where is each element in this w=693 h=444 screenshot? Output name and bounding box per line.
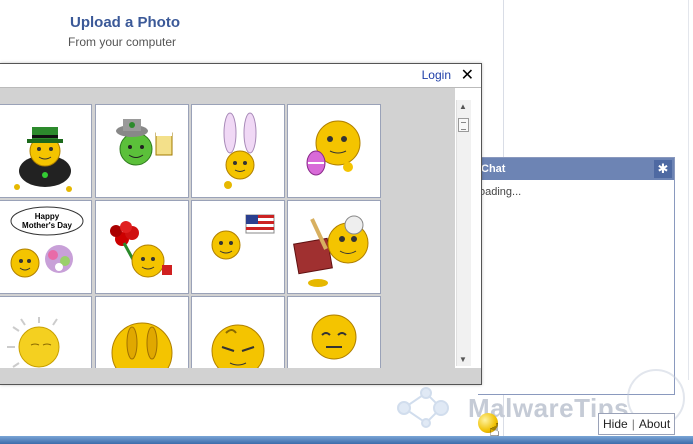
emoticon-easter-egg[interactable] [287,104,381,198]
popup-scrollbar[interactable]: ▲ ▼ [456,100,471,366]
link-separator: | [631,417,635,431]
emoticon-leprechaun-beer[interactable] [95,104,189,198]
emoticon-content[interactable] [191,296,285,368]
emoticon-flower-bouquet[interactable] [95,200,189,294]
bottom-links: Hide | About [598,413,676,435]
banner-line-2: Mother's Day [22,221,72,230]
chat-panel: Chat ✱ oading... [478,157,675,395]
about-link[interactable]: About [637,417,672,431]
scroll-down-arrow-icon[interactable]: ▼ [459,355,467,364]
scroll-up-arrow-icon[interactable]: ▲ [459,102,467,111]
emoticon-easter-bunny[interactable] [191,104,285,198]
gear-icon[interactable]: ✱ [654,160,672,178]
emoticon-scroll-diploma[interactable] [287,200,381,294]
emoticon-american-flag[interactable] [191,200,285,294]
upload-photo-title[interactable]: Upload a Photo [70,14,180,31]
emoticon-popup: Login ✕ Happy Mother's Day ▲ ▼ [0,63,482,385]
emoticon-sunny[interactable] [0,296,92,368]
close-icon[interactable]: ✕ [461,65,474,85]
popup-toolbar: Login ✕ [0,64,481,88]
chat-title: Chat [481,163,506,175]
hide-link[interactable]: Hide [601,417,630,431]
page-divider-right [688,0,689,380]
banner-line-1: Happy [35,212,60,221]
emoticon-peeking[interactable] [95,296,189,368]
emoticon-mothers-day[interactable]: Happy Mother's Day [0,200,92,294]
upload-photo-subtitle: From your computer [68,35,177,49]
emoticon-leprechaun-pot[interactable] [0,104,92,198]
chat-loading-text: oading... [479,186,522,198]
login-link[interactable]: Login [422,68,451,82]
emoticon-grid: Happy Mother's Day [0,88,455,368]
emoticon-sad[interactable] [287,296,381,368]
taskbar [0,436,693,444]
scroll-thumb[interactable] [458,118,469,132]
chat-header[interactable]: Chat ✱ [478,158,674,180]
